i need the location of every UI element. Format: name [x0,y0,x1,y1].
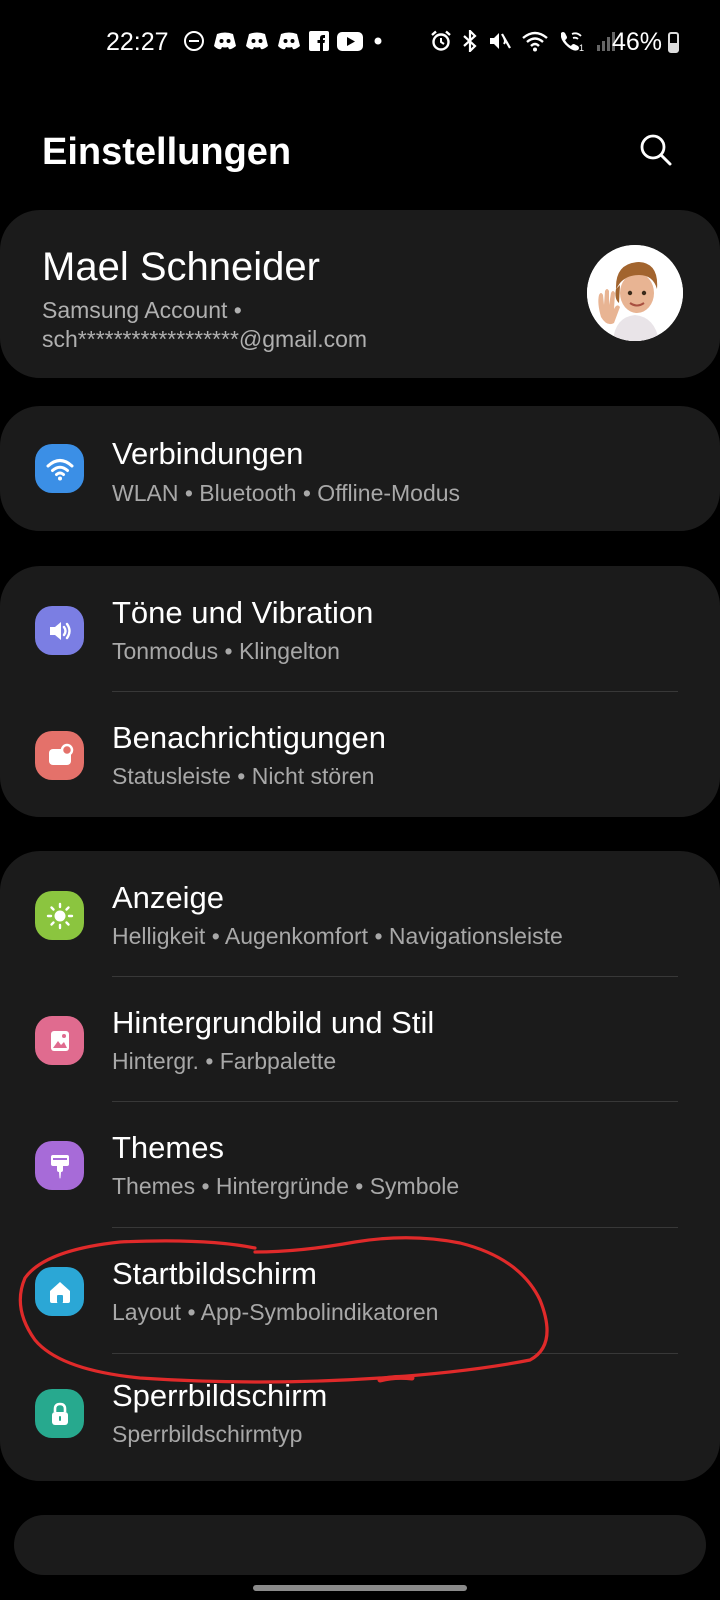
settings-item-subtitle: Helligkeit • Augenkomfort • Navigationsl… [112,923,563,949]
settings-item-sperrbildschirm[interactable]: Sperrbildschirm Sperrbildschirmtyp [0,1353,720,1481]
battery-icon [668,32,679,53]
settings-item-title: Startbildschirm [112,1256,317,1291]
lock-icon [51,1402,68,1425]
settings-item-subtitle: WLAN • Bluetooth • Offline-Modus [112,480,461,506]
settings-group-sound: Töne und Vibration Tonmodus • Klingelton… [0,566,720,817]
settings-item-themes[interactable]: Themes Themes • Hintergründe • Symbole [0,1101,720,1229]
verbindungen-icon-bg [35,444,84,493]
mute-vibrate-icon [490,33,511,49]
wifi-icon [46,458,73,480]
notification-icon [48,743,73,765]
status-time: 22:27 [106,28,169,56]
startbildschirm-icon-bg [35,1267,84,1316]
settings-group-connections: Verbindungen WLAN • Bluetooth • Offline-… [0,406,720,531]
settings-item-subtitle: Hintergr. • Farbpalette [112,1048,337,1074]
system-icons: 1 [430,30,618,52]
settings-item-toene-und-vibration[interactable]: Töne und Vibration Tonmodus • Klingelton [0,566,720,694]
settings-item-title: Hintergrundbild und Stil [112,1005,435,1040]
bluetooth-icon [463,30,477,52]
wifi-icon [522,31,548,52]
settings-item-title: Töne und Vibration [112,595,374,630]
avatar[interactable] [587,245,683,341]
do-not-disturb-icon [184,31,204,51]
battery-percentage: 46% [612,28,663,56]
avatar-icon [587,245,683,341]
search-button[interactable] [634,128,678,172]
settings-item-subtitle: Sperrbildschirmtyp [112,1421,303,1447]
search-icon [640,134,672,166]
settings-group-display: Anzeige Helligkeit • Augenkomfort • Navi… [0,851,720,1481]
account-name: Mael Schneider [42,245,320,289]
account-email: sch******************@gmail.com [42,326,368,352]
settings-item-benachrichtigungen[interactable]: Benachrichtigungen Statusleiste • Nicht … [0,691,720,819]
page-title: Einstellungen [42,131,292,173]
account-type: Samsung Account • [42,297,242,323]
gesture-navigation-bar[interactable] [253,1585,467,1591]
discord-icon [214,32,236,50]
account-card[interactable]: Mael Schneider Samsung Account • sch****… [0,210,720,378]
image-icon [50,1030,69,1051]
settings-item-title: Sperrbildschirm [112,1378,328,1413]
battery-fill [670,43,677,51]
dot-icon [374,37,382,45]
sperrbildschirm-icon-bg [35,1389,84,1438]
settings-group-next[interactable] [14,1515,706,1575]
notification-icons [183,30,385,52]
settings-item-anzeige[interactable]: Anzeige Helligkeit • Augenkomfort • Navi… [0,851,720,979]
settings-item-subtitle: Statusleiste • Nicht stören [112,763,375,789]
toene-icon-bg [35,606,84,655]
settings-item-title: Anzeige [112,880,225,915]
youtube-icon [337,31,363,51]
wifi-calling-icon: 1 [561,32,584,52]
speaker-icon [49,621,71,640]
status-bar: 22:27 1 46% [0,0,720,90]
settings-item-subtitle: Layout • App-Symbolindikatoren [112,1299,439,1325]
discord-icon [278,32,300,50]
settings-item-startbildschirm[interactable]: Startbildschirm Layout • App-Symbolindik… [0,1227,720,1355]
home-icon [49,1281,70,1303]
hintergrundbild-icon-bg [35,1016,84,1065]
anzeige-icon-bg [35,891,84,940]
settings-item-title: Benachrichtigungen [112,720,387,755]
themes-icon-bg [35,1141,84,1190]
sun-icon [46,902,73,929]
svg-text:1: 1 [579,43,584,52]
settings-item-subtitle: Tonmodus • Klingelton [112,638,340,664]
settings-item-hintergrundbild[interactable]: Hintergrundbild und Stil Hintergr. • Far… [0,976,720,1104]
benachrichtigungen-icon-bg [35,731,84,780]
settings-item-title: Themes [112,1130,224,1165]
brush-icon [50,1154,69,1178]
settings-item-title: Verbindungen [112,436,304,471]
settings-item-subtitle: Themes • Hintergründe • Symbole [112,1173,460,1199]
alarm-icon [431,30,451,51]
account-subtitle: Samsung Account • sch******************@… [42,296,472,354]
settings-item-verbindungen[interactable]: Verbindungen WLAN • Bluetooth • Offline-… [0,406,720,534]
discord-icon [246,32,268,50]
facebook-icon [309,31,329,51]
